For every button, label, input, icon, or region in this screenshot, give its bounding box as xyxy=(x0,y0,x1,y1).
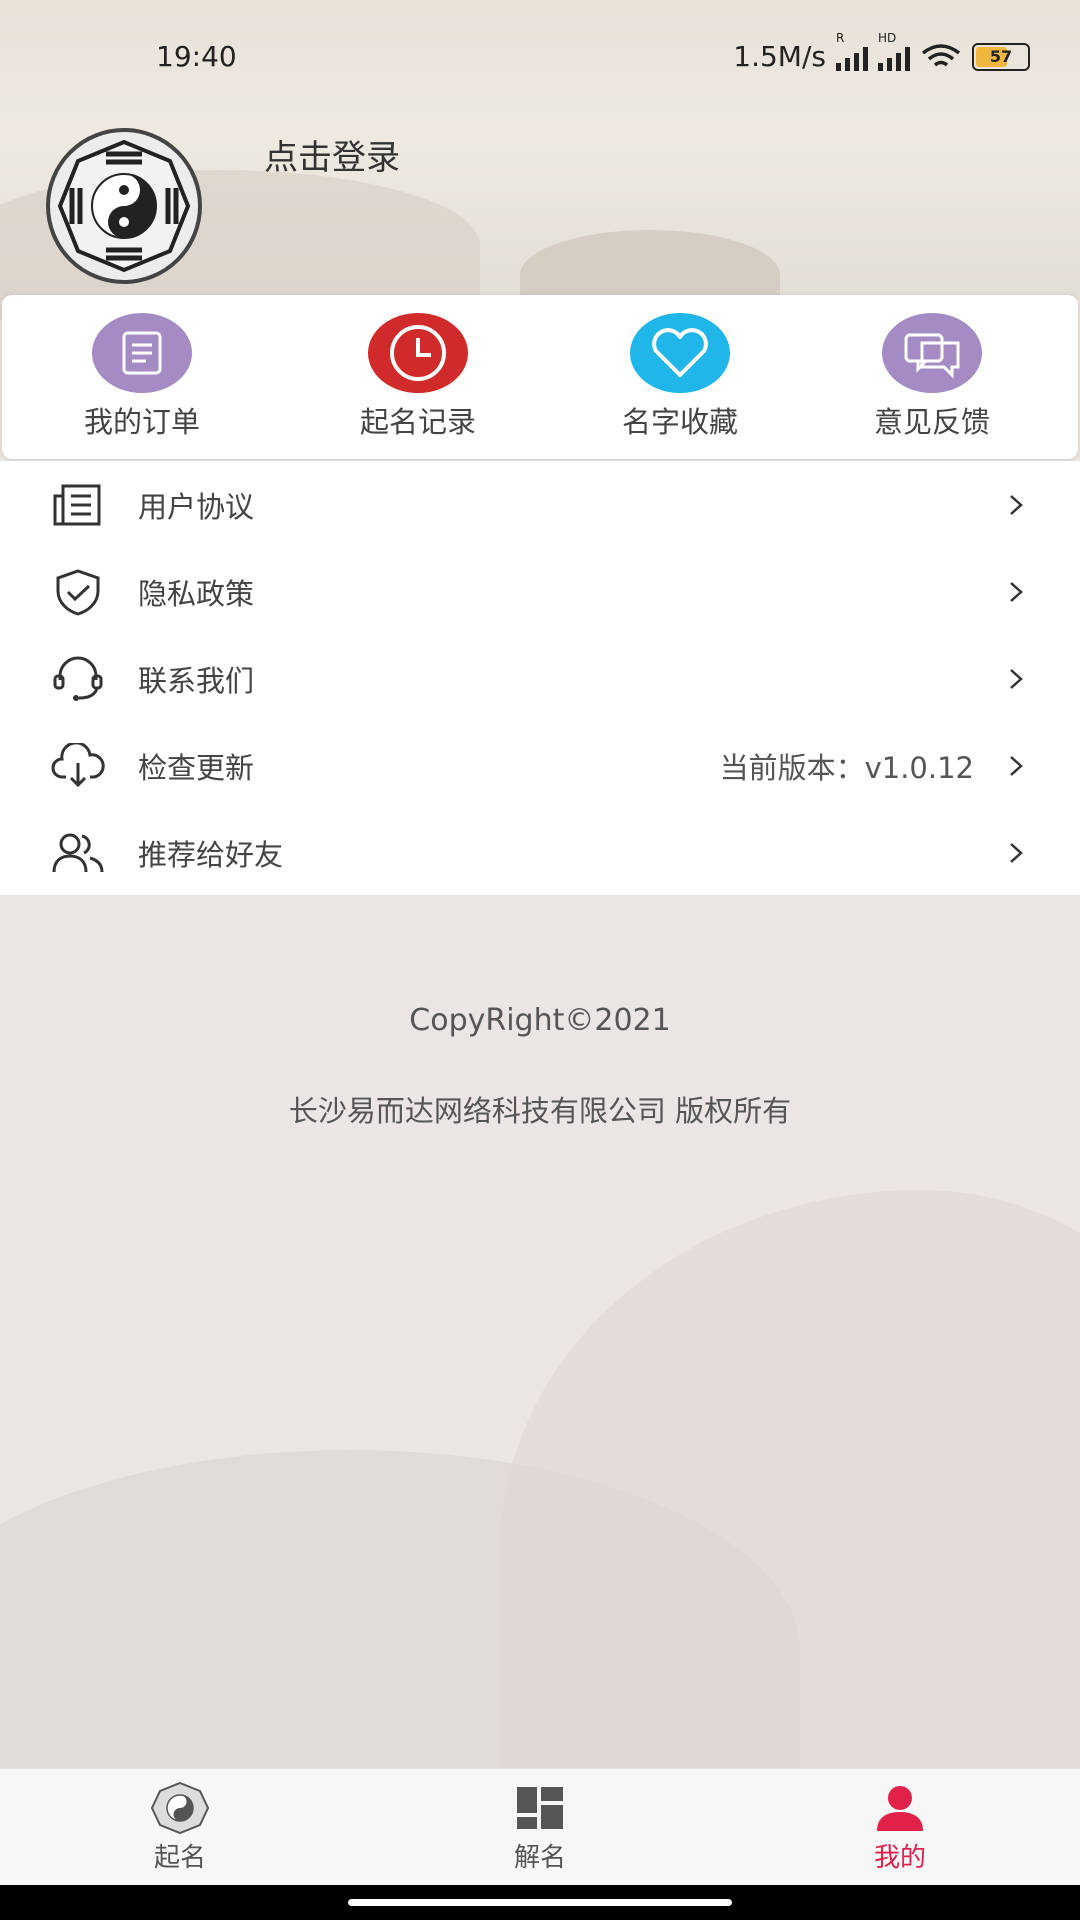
chevron-right-icon xyxy=(1010,668,1023,689)
document-icon xyxy=(92,313,192,393)
company-text: 长沙易而达网络科技有限公司 版权所有 xyxy=(288,1094,792,1128)
bottom-tab-bar: 起名 解名 我的 xyxy=(0,1768,1080,1886)
signal-icon: R xyxy=(836,31,868,71)
tab-label: 我的 xyxy=(873,1843,926,1873)
chevron-right-icon xyxy=(1010,581,1023,602)
settings-menu: 用户协议 隐私政策 联系我们 检查更新 当前版本：v1.0.12 推荐给好友 xyxy=(0,461,1080,895)
copyright-text: CopyRight©2021 xyxy=(409,1003,671,1038)
chat-icon xyxy=(882,313,982,393)
menu-item-label: 隐私政策 xyxy=(138,576,255,611)
grid-icon xyxy=(508,1781,572,1835)
quick-action-label: 起名记录 xyxy=(359,405,476,439)
tab-label: 起名 xyxy=(153,1843,206,1873)
menu-item-user-agreement[interactable]: 用户协议 xyxy=(0,461,1080,548)
tab-label: 解名 xyxy=(513,1843,566,1873)
shield-check-icon xyxy=(50,564,106,620)
battery-icon: 57 xyxy=(972,42,1030,71)
chevron-right-icon xyxy=(1010,494,1023,515)
quick-actions-card: 我的订单 起名记录 名字收藏 意见反馈 xyxy=(2,295,1078,459)
users-icon xyxy=(50,825,106,881)
login-prompt[interactable]: 点击登录 xyxy=(264,130,400,179)
menu-item-label: 联系我们 xyxy=(138,663,255,698)
menu-item-label: 检查更新 xyxy=(138,750,255,785)
cloud-download-icon xyxy=(50,738,106,794)
tab-mine[interactable]: 我的 xyxy=(820,1781,980,1874)
tab-interpret[interactable]: 解名 xyxy=(460,1781,620,1874)
menu-item-contact-us[interactable]: 联系我们 xyxy=(0,635,1080,722)
background-decoration xyxy=(0,1130,1080,1770)
menu-item-label: 用户协议 xyxy=(138,489,255,524)
quick-action-feedback[interactable]: 意见反馈 xyxy=(832,313,1032,441)
status-bar: 19:40 1.5M/s R HD 57 xyxy=(0,0,1080,110)
system-navigation-bar xyxy=(0,1885,1080,1920)
quick-action-label: 意见反馈 xyxy=(873,405,990,439)
heart-icon xyxy=(630,313,730,393)
quick-action-orders[interactable]: 我的订单 xyxy=(42,313,242,441)
signal-label: R xyxy=(836,30,845,45)
menu-item-check-update[interactable]: 检查更新 当前版本：v1.0.12 xyxy=(0,722,1080,809)
avatar[interactable] xyxy=(46,128,202,284)
quick-action-history[interactable]: 起名记录 xyxy=(318,313,518,441)
menu-item-privacy-policy[interactable]: 隐私政策 xyxy=(0,548,1080,635)
tab-naming[interactable]: 起名 xyxy=(100,1781,260,1874)
wifi-icon xyxy=(920,43,962,71)
menu-item-share[interactable]: 推荐给好友 xyxy=(0,809,1080,896)
quick-action-label: 我的订单 xyxy=(83,405,200,439)
signal-label: HD xyxy=(878,30,897,45)
clock-icon xyxy=(368,313,468,393)
version-text: 当前版本：v1.0.12 xyxy=(719,750,974,785)
chevron-right-icon xyxy=(1010,842,1023,863)
document-list-icon xyxy=(50,477,106,533)
menu-item-label: 推荐给好友 xyxy=(138,837,284,872)
bagua-icon xyxy=(57,139,191,273)
signal-icon: HD xyxy=(878,31,910,71)
quick-action-label: 名字收藏 xyxy=(621,405,738,439)
home-indicator[interactable] xyxy=(348,1899,732,1906)
person-icon xyxy=(868,1781,932,1835)
quick-action-favorites[interactable]: 名字收藏 xyxy=(580,313,780,441)
bagua-icon xyxy=(148,1781,212,1835)
headset-icon xyxy=(50,651,106,707)
network-speed: 1.5M/s xyxy=(733,40,826,73)
chevron-right-icon xyxy=(1010,755,1023,776)
status-time: 19:40 xyxy=(156,40,237,73)
